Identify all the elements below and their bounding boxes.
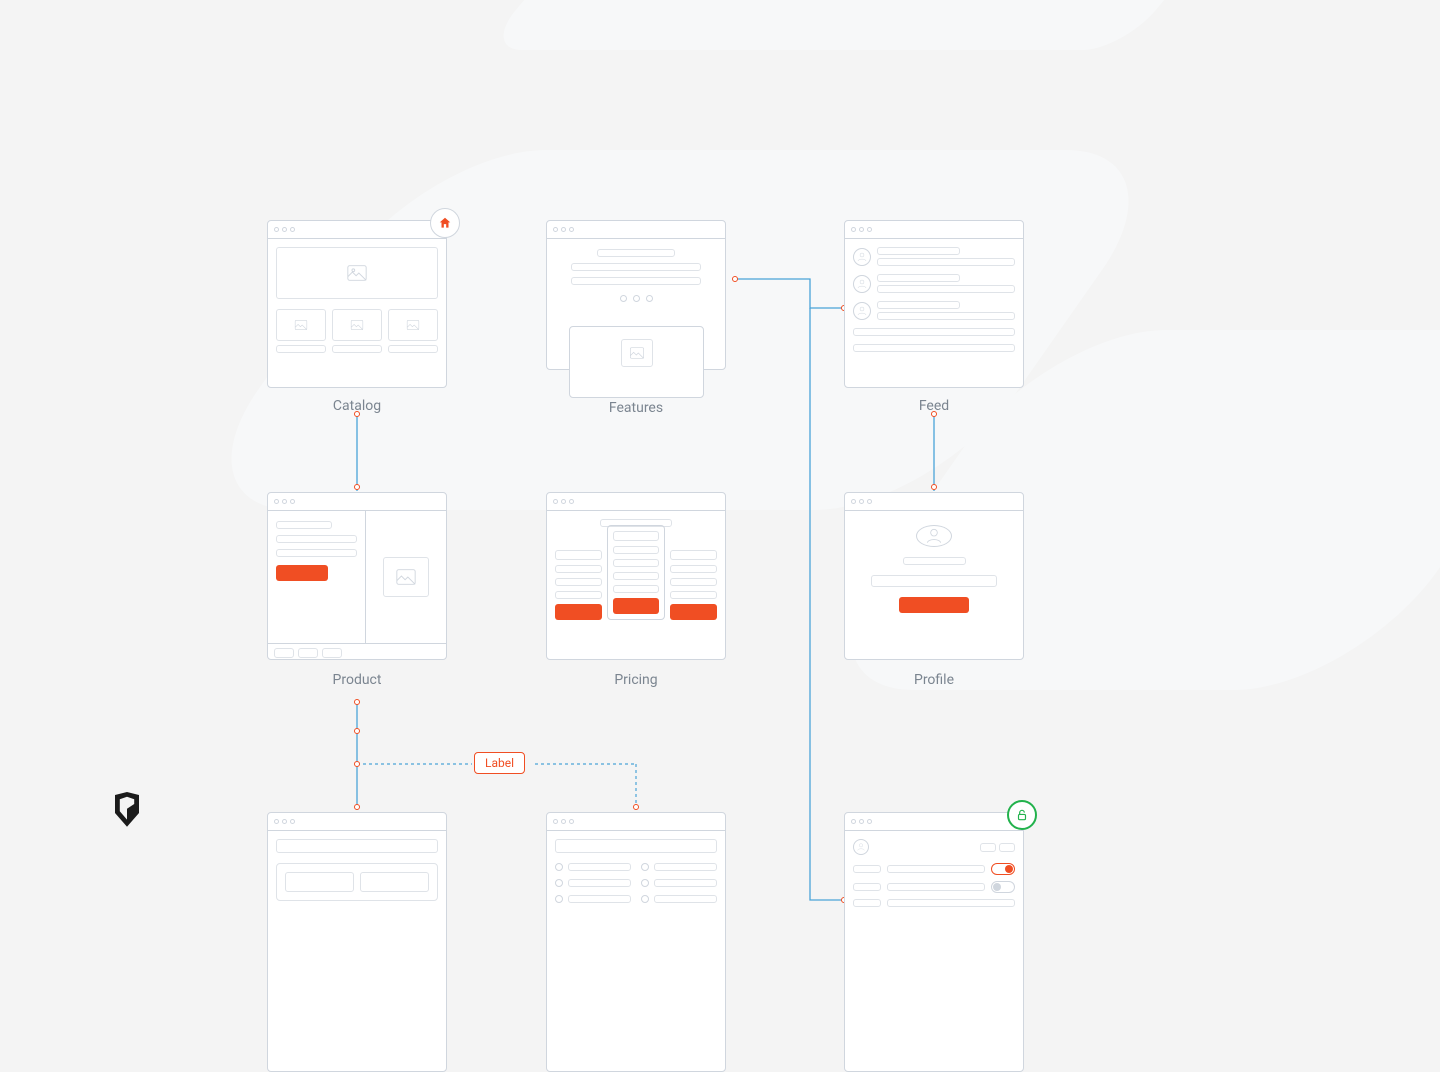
connector-node (633, 804, 639, 810)
text-placeholder (276, 549, 357, 557)
text-placeholder (332, 345, 382, 353)
connector-node (354, 804, 360, 810)
connector-node (732, 276, 738, 282)
cta-placeholder (613, 598, 660, 614)
window-titlebar (845, 813, 1023, 831)
cta-placeholder (670, 604, 717, 620)
home-badge-icon (430, 208, 460, 238)
wireframe-profile (844, 492, 1024, 660)
wireframe-pricing (546, 492, 726, 660)
text-placeholder (903, 557, 966, 565)
window-titlebar (547, 221, 725, 239)
pagination-dots (571, 295, 701, 302)
avatar-icon (853, 248, 871, 266)
brand-logo (112, 792, 142, 832)
radio-option (555, 863, 631, 871)
wireframe-feed (844, 220, 1024, 388)
input-placeholder (555, 839, 717, 853)
window-titlebar (845, 493, 1023, 511)
caption-profile: Profile (844, 672, 1024, 688)
lock-open-badge-icon (1007, 800, 1037, 830)
connector-node (354, 728, 360, 734)
cta-placeholder (899, 597, 968, 613)
text-placeholder (853, 328, 1015, 336)
avatar-icon (853, 275, 871, 293)
settings-row (853, 863, 1015, 875)
wireframe-partial-middle (546, 812, 726, 1072)
wireframe-partial-right (844, 812, 1024, 1072)
avatar-icon (916, 525, 952, 547)
radio-option (641, 863, 717, 871)
avatar-icon (853, 839, 869, 855)
window-titlebar (547, 813, 725, 831)
wireframe-partial-left (267, 812, 447, 1072)
settings-row (853, 899, 1015, 907)
connector-label: Label (474, 752, 525, 774)
window-titlebar (547, 493, 725, 511)
window-titlebar (268, 221, 446, 239)
image-placeholder (383, 557, 429, 597)
caption-feed: Feed (844, 398, 1024, 414)
image-placeholder (332, 309, 382, 341)
connector-node (931, 484, 937, 490)
text-placeholder (871, 575, 997, 587)
text-placeholder (853, 344, 1015, 352)
toggle-icon (991, 863, 1015, 875)
wireframe-features-popup (569, 326, 704, 398)
radio-option (641, 895, 717, 903)
image-placeholder (388, 309, 438, 341)
tab-placeholder (322, 648, 342, 658)
avatar-icon (853, 302, 871, 320)
text-placeholder (571, 277, 701, 285)
settings-row (853, 881, 1015, 893)
caption-pricing: Pricing (546, 672, 726, 688)
image-placeholder (276, 247, 438, 299)
window-titlebar (268, 493, 446, 511)
connector-node (354, 484, 360, 490)
caption-catalog: Catalog (267, 398, 447, 414)
window-titlebar (268, 813, 446, 831)
radio-option (555, 879, 631, 887)
input-placeholder (285, 872, 354, 892)
radio-option (641, 879, 717, 887)
tab-placeholder (274, 648, 294, 658)
caption-product: Product (267, 672, 447, 688)
pricing-plan-featured (607, 525, 666, 620)
image-placeholder (276, 309, 326, 341)
wireframe-product (267, 492, 447, 660)
text-placeholder (571, 263, 701, 271)
text-placeholder (388, 345, 438, 353)
text-placeholder (276, 535, 357, 543)
text-placeholder (276, 345, 326, 353)
window-titlebar (845, 221, 1023, 239)
tab-placeholder (298, 648, 318, 658)
radio-option (555, 895, 631, 903)
text-placeholder (597, 249, 675, 257)
wireframe-catalog (267, 220, 447, 388)
feed-item (853, 301, 1015, 320)
pricing-plan (555, 550, 602, 620)
feed-item (853, 274, 1015, 293)
pricing-plan (670, 550, 717, 620)
cta-placeholder (555, 604, 602, 620)
text-placeholder (276, 839, 438, 853)
input-placeholder (360, 872, 429, 892)
connector-node (354, 761, 360, 767)
toggle-icon (991, 881, 1015, 893)
cta-placeholder (276, 565, 328, 581)
image-placeholder (621, 339, 653, 367)
feed-item (853, 247, 1015, 266)
caption-features: Features (546, 400, 726, 416)
text-placeholder (276, 521, 332, 529)
connector-node (354, 699, 360, 705)
